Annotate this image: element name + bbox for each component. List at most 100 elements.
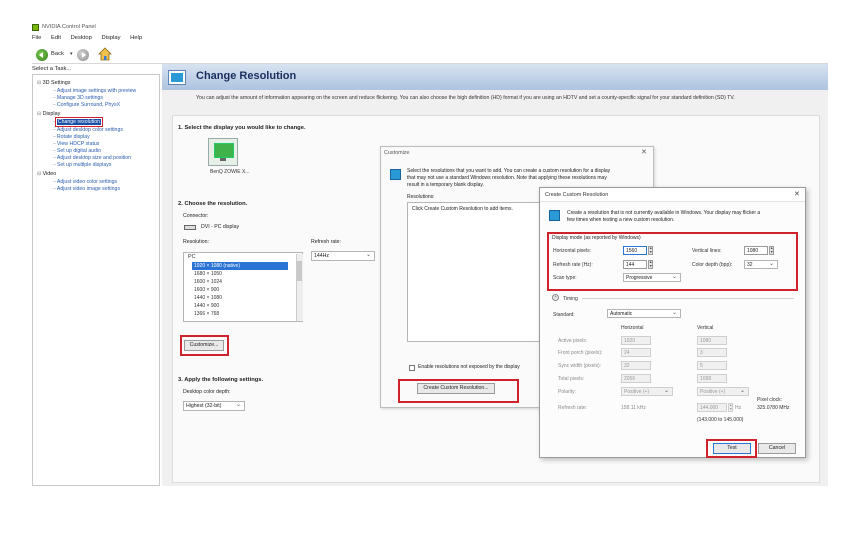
- polarity-v-select: Positive (+): [697, 387, 749, 396]
- resolution-item[interactable]: 1600 × 1024: [194, 279, 222, 285]
- column-horizontal: Horizontal: [621, 325, 644, 331]
- pixel-clock-label: Pixel clock:: [757, 397, 783, 403]
- refresh-rate-select[interactable]: 144Hz: [311, 251, 375, 261]
- column-vertical: Vertical: [697, 325, 714, 331]
- timing-divider: [582, 298, 794, 299]
- create-description-line1: Create a resolution that is not currentl…: [567, 210, 761, 216]
- timing-label: Timing: [563, 296, 578, 302]
- back-history-dropdown[interactable]: ▾: [70, 52, 73, 57]
- sync-width-v: 5: [697, 361, 727, 370]
- highlight-display-mode: [547, 232, 798, 291]
- monitor-settings-icon: [549, 210, 560, 221]
- timing-row-label: Active pixels:: [558, 338, 588, 344]
- tree-category-3d-settings[interactable]: 3D Settings: [37, 80, 71, 86]
- tree-item-adjust-desktop-color[interactable]: Adjust desktop color settings: [53, 127, 123, 133]
- timing-row-label: Polarity:: [558, 389, 577, 395]
- create-custom-resolution-dialog: [539, 187, 806, 458]
- resolution-item[interactable]: 1920 × 1080 (native): [194, 263, 240, 269]
- timing-row-label: Front porch (pixels):: [558, 350, 603, 356]
- display-name-label[interactable]: BenQ ZOWIE X...: [210, 170, 249, 175]
- resolution-label: Resolution:: [183, 239, 209, 245]
- resolution-item[interactable]: 1680 × 1050: [194, 271, 222, 277]
- refresh-rate-range: (143.000 to 145.000): [697, 417, 744, 423]
- highlight-create-custom-resolution: [398, 379, 519, 403]
- pixel-clock-value: 325.0780 MHz: [757, 405, 790, 411]
- timing-standard-select[interactable]: Automatic: [607, 309, 681, 318]
- enable-unexposed-resolutions-checkbox[interactable]: [409, 365, 415, 371]
- create-description-line2: few times when testing a new custom reso…: [567, 217, 675, 223]
- desktop-color-depth-select[interactable]: Highest (32-bit): [183, 401, 245, 411]
- menu-desktop[interactable]: Desktop: [71, 35, 92, 41]
- timing-collapse-icon[interactable]: ^: [552, 294, 559, 301]
- scrollbar-thumb[interactable]: [297, 261, 302, 281]
- tree-category-video[interactable]: Video: [37, 171, 57, 177]
- resolution-group-pc: PC: [188, 254, 196, 260]
- tree-item-configure-surround[interactable]: Configure Surround, PhysX: [53, 102, 120, 108]
- customize-dialog-title: Customize: [384, 150, 410, 156]
- menu-display[interactable]: Display: [101, 35, 120, 41]
- monitor-settings-icon: [390, 169, 401, 180]
- highlight-test-button: [706, 439, 757, 458]
- resolution-item[interactable]: 1440 × 1080: [194, 295, 222, 301]
- customize-description-line3: result in a temporary blank display.: [407, 182, 484, 188]
- close-icon[interactable]: ✕: [794, 191, 800, 198]
- close-icon[interactable]: ✕: [641, 149, 647, 156]
- cancel-button[interactable]: Cancel: [758, 443, 796, 454]
- resolution-item[interactable]: 1600 × 900: [194, 287, 219, 293]
- active-pixels-h: 1920: [621, 336, 651, 345]
- enable-unexposed-resolutions-label[interactable]: Enable resolutions not exposed by the di…: [418, 365, 520, 370]
- resolution-list[interactable]: PC 1920 × 1080 (native) 1680 × 1050 1600…: [183, 252, 303, 322]
- tree-category-display[interactable]: Display: [37, 111, 61, 117]
- timing-row-label: Sync width (pixels):: [558, 363, 602, 369]
- toolbar: Back ▾: [32, 46, 828, 64]
- task-pane-heading: Select a Task...: [32, 66, 72, 72]
- standard-label: Standard:: [553, 312, 575, 318]
- tree-item-adjust-image-settings[interactable]: Adjust image settings with preview: [53, 88, 136, 94]
- monitor-icon[interactable]: [208, 138, 238, 166]
- menu-help[interactable]: Help: [130, 35, 142, 41]
- section-choose-resolution-heading: 2. Choose the resolution.: [178, 201, 248, 207]
- back-arrow-icon[interactable]: [36, 49, 48, 61]
- home-icon[interactable]: [98, 47, 112, 61]
- back-button[interactable]: Back: [51, 51, 64, 58]
- display-settings-icon: [168, 70, 186, 85]
- front-porch-v: 3: [697, 348, 727, 357]
- menu-edit[interactable]: Edit: [51, 35, 61, 41]
- sync-width-h: 32: [621, 361, 651, 370]
- tree-item-adjust-video-color[interactable]: Adjust video color settings: [53, 179, 117, 185]
- timing-refresh-rate-khz: 158.11 kHz: [621, 405, 646, 411]
- customize-description-line1: Select the resolutions that you want to …: [407, 168, 611, 174]
- page-description: You can adjust the amount of information…: [196, 95, 735, 101]
- tree-item-view-hdcp-status[interactable]: View HDCP status: [53, 141, 99, 147]
- tree-item-rotate-display[interactable]: Rotate display: [53, 134, 90, 140]
- connector-label: Connector:: [183, 213, 209, 219]
- forward-arrow-icon[interactable]: [77, 49, 89, 61]
- timing-refresh-rate-input: 144.000: [697, 403, 727, 412]
- menu-file[interactable]: File: [32, 35, 41, 41]
- highlight-customize-button: [180, 335, 229, 356]
- menu-bar: File Edit Desktop Display Help: [32, 35, 150, 42]
- resolutions-label: Resolutions:: [407, 194, 435, 200]
- timing-refresh-rate-unit: Hz: [735, 405, 742, 411]
- tree-item-change-resolution[interactable]: Change resolution: [53, 117, 104, 127]
- tree-item-manage-3d-settings[interactable]: Manage 3D settings: [53, 95, 103, 101]
- timing-row-label: Total pixels:: [558, 376, 585, 382]
- tree-item-set-up-digital-audio[interactable]: Set up digital audio: [53, 148, 101, 154]
- front-porch-h: 24: [621, 348, 651, 357]
- connector-value: DVI - PC display: [201, 224, 240, 230]
- window-title: NVIDIA Control Panel: [42, 24, 96, 30]
- tree-item-set-up-multiple-displays[interactable]: Set up multiple displays: [53, 162, 112, 168]
- active-pixels-v: 1080: [697, 336, 727, 345]
- resolution-item[interactable]: 1366 × 768: [194, 311, 219, 317]
- desktop-color-depth-label: Desktop color depth:: [183, 389, 231, 395]
- resolution-item[interactable]: 1440 × 900: [194, 303, 219, 309]
- tree-item-adjust-desktop-size[interactable]: Adjust desktop size and position: [53, 155, 131, 161]
- total-pixels-v: 1098: [697, 374, 727, 383]
- timing-refresh-rate-spinner: ▲ ▼: [728, 403, 733, 412]
- tree-item-adjust-video-image[interactable]: Adjust video image settings: [53, 186, 120, 192]
- create-dialog-title: Create Custom Resolution: [545, 192, 609, 198]
- refresh-rate-label: Refresh rate:: [311, 239, 341, 245]
- task-tree: 3D Settings Adjust image settings with p…: [32, 74, 160, 486]
- total-pixels-h: 2056: [621, 374, 651, 383]
- section-select-display-heading: 1. Select the display you would like to …: [178, 125, 306, 131]
